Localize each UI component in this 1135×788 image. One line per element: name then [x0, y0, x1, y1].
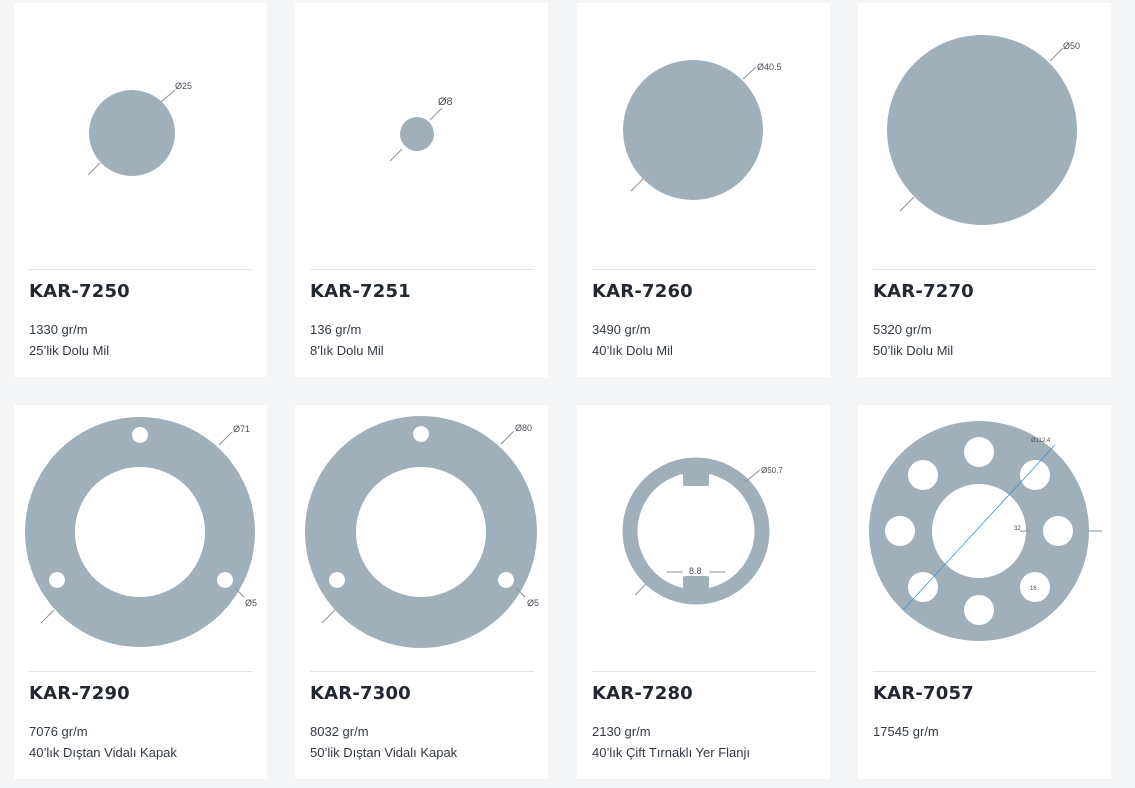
flange-profile [869, 421, 1090, 641]
divider [310, 671, 534, 672]
product-weight: 3490 gr/m [592, 322, 651, 337]
dim-label: 8.8 [689, 566, 702, 576]
dim-label: Ø8 [438, 96, 453, 108]
product-code[interactable]: KAR-7280 [592, 683, 693, 704]
product-card[interactable]: Ø40.5 KAR-7260 3490 gr/m 40’lık Dolu Mil [577, 3, 830, 377]
divider [310, 269, 534, 270]
dim-label: Ø71 [233, 424, 250, 434]
product-weight: 2130 gr/m [592, 724, 651, 739]
product-description: 25’lik Dolu Mil [29, 343, 110, 358]
product-drawing: Ø71 Ø5 [14, 405, 267, 671]
divider [29, 269, 253, 270]
dim-label: Ø50.7 [761, 466, 783, 475]
product-code[interactable]: KAR-7057 [873, 683, 974, 704]
product-description: 40’lık Dolu Mil [592, 343, 673, 358]
product-description: 40’lık Dıştan Vidalı Kapak [29, 745, 177, 760]
shaft-profile [623, 60, 763, 200]
flange-tab [683, 576, 709, 591]
product-card[interactable]: Ø80 Ø5 KAR-7300 8032 gr/m 50’lik Dıştan … [295, 405, 548, 779]
product-code[interactable]: KAR-7290 [29, 683, 130, 704]
product-card[interactable]: Ø8 KAR-7251 136 gr/m 8’lık Dolu Mil [295, 3, 548, 377]
product-description: 50’lik Dıştan Vidalı Kapak [310, 745, 458, 760]
divider [29, 671, 253, 672]
dim-label: Ø25 [175, 81, 192, 91]
product-card[interactable]: 8.8 Ø50.7 KAR-7280 2130 gr/m 40’lık Çift… [577, 405, 830, 779]
product-weight: 7076 gr/m [29, 724, 88, 739]
divider [873, 269, 1097, 270]
product-weight: 1330 gr/m [29, 322, 88, 337]
product-code[interactable]: KAR-7300 [310, 683, 411, 704]
cover-profile [25, 417, 256, 647]
dim-label: 16 [1030, 586, 1037, 592]
product-card[interactable]: Ø71 Ø5 KAR-7290 7076 gr/m 40’lık Dıştan … [14, 405, 267, 779]
product-drawing: Ø80 Ø5 [295, 405, 548, 671]
product-card[interactable]: Ø50 KAR-7270 5320 gr/m 50’lik Dolu Mil [858, 3, 1111, 377]
product-card[interactable]: Ø112.4 32 16 KAR-7057 17545 gr/m [858, 405, 1111, 779]
divider [873, 671, 1097, 672]
product-description: 40’lık Çift Tırnaklı Yer Flanjı [592, 745, 750, 760]
product-code[interactable]: KAR-7260 [592, 281, 693, 302]
product-drawing: Ø8 [295, 3, 548, 269]
flange-tab [683, 471, 709, 486]
product-drawing: Ø112.4 32 16 [858, 405, 1111, 671]
product-drawing: Ø50 [858, 3, 1111, 269]
dim-label: Ø50 [1063, 41, 1080, 51]
product-code[interactable]: KAR-7251 [310, 281, 411, 302]
dim-label: Ø40.5 [757, 62, 782, 72]
cover-profile [305, 416, 538, 648]
product-weight: 5320 gr/m [873, 322, 932, 337]
product-drawing: 8.8 Ø50.7 [577, 405, 830, 671]
product-code[interactable]: KAR-7250 [29, 281, 130, 302]
product-card[interactable]: Ø25 KAR-7250 1330 gr/m 25’lik Dolu Mil [14, 3, 267, 377]
product-weight: 17545 gr/m [873, 724, 939, 739]
dim-label: Ø80 [515, 423, 532, 433]
dim-label: Ø5 [245, 598, 257, 608]
product-description: 50’lik Dolu Mil [873, 343, 954, 358]
product-weight: 8032 gr/m [310, 724, 369, 739]
dim-label: Ø5 [527, 598, 539, 608]
product-code[interactable]: KAR-7270 [873, 281, 974, 302]
product-description: 8’lık Dolu Mil [310, 343, 384, 358]
divider [592, 269, 816, 270]
product-drawing: Ø40.5 [577, 3, 830, 269]
dim-label: Ø112.4 [1031, 438, 1051, 444]
shaft-profile [89, 90, 175, 176]
shaft-profile [887, 35, 1077, 225]
product-weight: 136 gr/m [310, 322, 362, 337]
divider [592, 671, 816, 672]
product-drawing: Ø25 [14, 3, 267, 269]
shaft-profile [400, 117, 434, 151]
